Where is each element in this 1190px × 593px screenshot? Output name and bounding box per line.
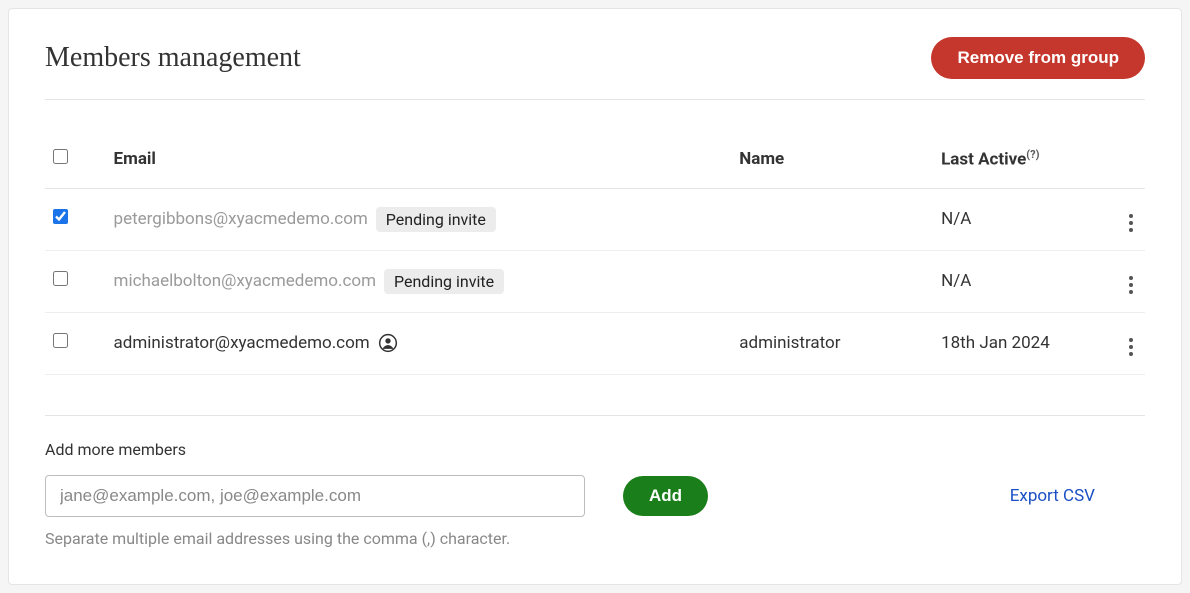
member-last-active: N/A xyxy=(933,188,1105,250)
add-members-label: Add more members xyxy=(45,440,1145,459)
column-header-email: Email xyxy=(106,136,732,188)
row-checkbox[interactable] xyxy=(53,209,68,224)
column-header-last-active: Last Active(?) xyxy=(933,136,1105,188)
pending-invite-badge: Pending invite xyxy=(384,269,504,294)
add-members-input[interactable] xyxy=(45,475,585,517)
owner-icon xyxy=(378,333,398,353)
row-menu-icon[interactable] xyxy=(1125,334,1137,360)
add-members-hint: Separate multiple email addresses using … xyxy=(45,529,1145,548)
row-checkbox[interactable] xyxy=(53,333,68,348)
select-all-checkbox[interactable] xyxy=(53,149,68,164)
member-name xyxy=(731,250,933,312)
page-title: Members management xyxy=(45,42,301,74)
last-active-help-icon[interactable]: (?) xyxy=(1026,148,1039,161)
row-checkbox[interactable] xyxy=(53,271,68,286)
add-button[interactable]: Add xyxy=(623,476,708,516)
members-tbody: petergibbons@xyacmedemo.com Pending invit… xyxy=(45,188,1145,374)
row-menu-icon[interactable] xyxy=(1125,210,1137,236)
add-members-row: Add Export CSV xyxy=(45,475,1145,517)
table-row: administrator@xyacmedemo.com administrato… xyxy=(45,312,1145,374)
table-row: michaelbolton@xyacmedemo.com Pending invi… xyxy=(45,250,1145,312)
header-row: Members management Remove from group xyxy=(45,37,1145,79)
member-email: petergibbons@xyacmedemo.com xyxy=(114,209,368,229)
export-csv-link[interactable]: Export CSV xyxy=(1010,486,1095,506)
member-last-active: N/A xyxy=(933,250,1105,312)
member-name: administrator xyxy=(731,312,933,374)
table-row: petergibbons@xyacmedemo.com Pending invit… xyxy=(45,188,1145,250)
member-email: administrator@xyacmedemo.com xyxy=(114,333,370,353)
member-name xyxy=(731,188,933,250)
remove-from-group-button[interactable]: Remove from group xyxy=(931,37,1145,79)
member-email: michaelbolton@xyacmedemo.com xyxy=(114,271,376,291)
header-divider xyxy=(45,99,1145,100)
column-header-name: Name xyxy=(731,136,933,188)
members-panel: Members management Remove from group Ema… xyxy=(8,8,1182,585)
row-menu-icon[interactable] xyxy=(1125,272,1137,298)
members-table: Email Name Last Active(?) petergibbons@x… xyxy=(45,136,1145,375)
section-divider xyxy=(45,415,1145,416)
pending-invite-badge: Pending invite xyxy=(376,207,496,232)
member-last-active: 18th Jan 2024 xyxy=(933,312,1105,374)
